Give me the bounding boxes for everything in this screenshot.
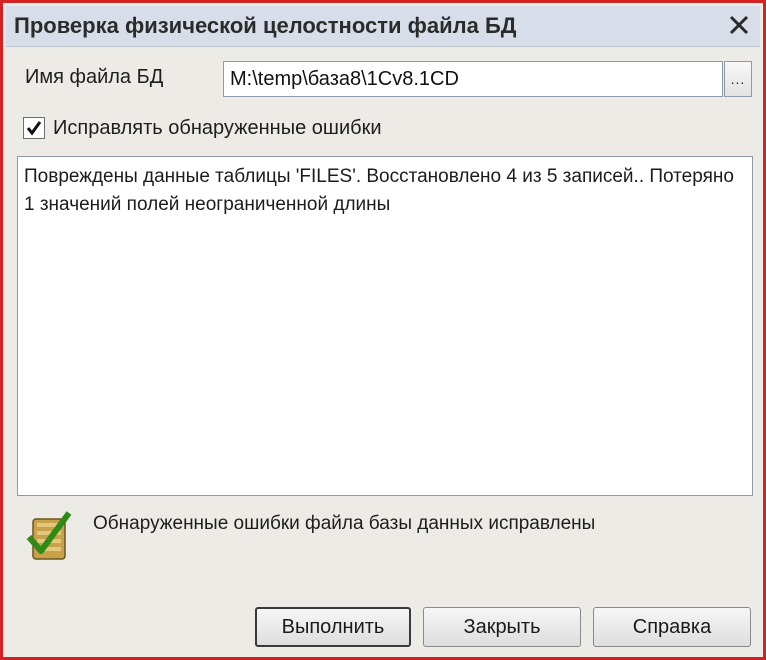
file-name-label: Имя файла БД bbox=[25, 66, 164, 88]
database-check-icon bbox=[26, 511, 72, 560]
title-bar[interactable]: Проверка физической целостности файла БД bbox=[6, 6, 760, 47]
file-path-input[interactable] bbox=[223, 61, 723, 97]
help-button[interactable]: Справка bbox=[593, 607, 751, 647]
close-icon bbox=[729, 15, 749, 35]
fix-errors-checkbox[interactable] bbox=[23, 117, 45, 139]
fix-errors-label[interactable]: Исправлять обнаруженные ошибки bbox=[53, 117, 382, 140]
window-title: Проверка физической целостности файла БД bbox=[14, 13, 517, 38]
dialog-window: Проверка физической целостности файла БД… bbox=[0, 0, 766, 660]
close-button[interactable]: Закрыть bbox=[423, 607, 581, 647]
result-log[interactable]: Повреждены данные таблицы 'FILES'. Восст… bbox=[17, 156, 753, 496]
close-window-button[interactable] bbox=[724, 10, 754, 40]
status-message: Обнаруженные ошибки файла базы данных ис… bbox=[93, 513, 596, 534]
checkmark-icon bbox=[26, 121, 42, 136]
run-button[interactable]: Выполнить bbox=[255, 607, 411, 647]
browse-button[interactable]: ... bbox=[724, 61, 752, 97]
